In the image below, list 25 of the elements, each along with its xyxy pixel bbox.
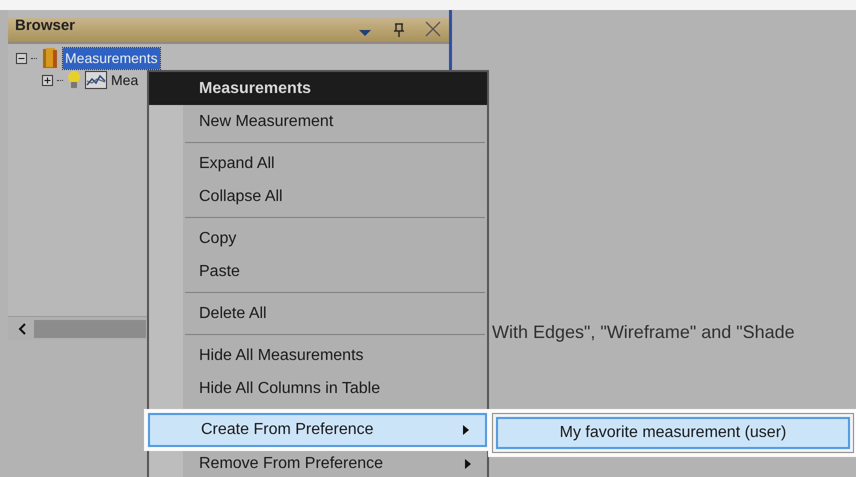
- menu-item[interactable]: Delete All: [149, 297, 487, 330]
- chart-icon: [85, 71, 107, 89]
- menu-item[interactable]: Remove From Preference: [149, 447, 487, 477]
- lightbulb-icon: [67, 70, 81, 90]
- tree-item[interactable]: Measurements: [63, 48, 160, 68]
- menu-item[interactable]: My favorite measurement (user): [496, 417, 850, 449]
- menu-item[interactable]: Hide All Measurements: [149, 339, 487, 372]
- menu-item[interactable]: Paste: [149, 255, 487, 288]
- background-text: With Edges", "Wireframe" and "Shade: [492, 321, 795, 344]
- dropdown-arrow-icon[interactable]: [359, 29, 371, 37]
- menu-item[interactable]: Copy: [149, 222, 487, 255]
- panel-title: Browser: [15, 16, 76, 36]
- tree-item[interactable]: Mea: [111, 70, 138, 90]
- scrollbar-thumb[interactable]: [34, 320, 146, 338]
- close-icon[interactable]: [425, 21, 441, 37]
- menu-item[interactable]: Collapse All: [149, 180, 487, 213]
- menu-item[interactable]: Hide All Columns in Table: [149, 372, 487, 405]
- expand-icon[interactable]: [42, 74, 53, 86]
- book-icon: [41, 47, 59, 69]
- menu-header: Measurements: [149, 72, 487, 105]
- scroll-left-icon[interactable]: [18, 322, 26, 334]
- pin-icon[interactable]: [393, 23, 405, 37]
- menu-item[interactable]: New Measurement: [149, 105, 487, 138]
- collapse-icon[interactable]: [16, 52, 27, 64]
- menu-item[interactable]: Expand All: [149, 147, 487, 180]
